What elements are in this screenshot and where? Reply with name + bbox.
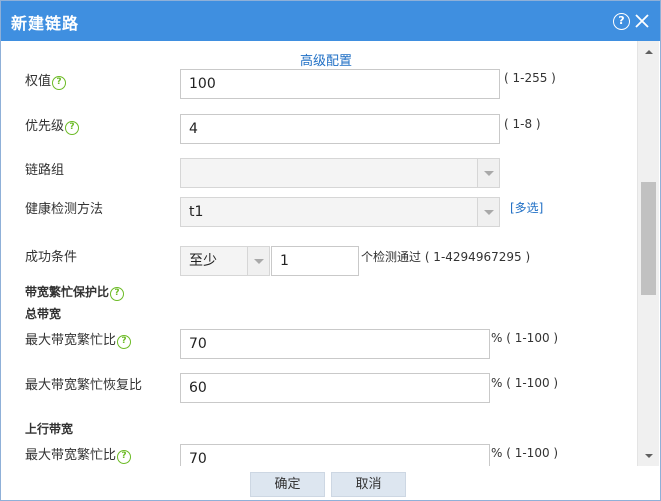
close-icon[interactable] (633, 12, 651, 30)
scrollbar-thumb[interactable] (641, 182, 656, 295)
chevron-down-icon (254, 259, 264, 264)
scroll-down-icon[interactable] (645, 454, 653, 458)
total-max-recover-input[interactable]: 60 (180, 373, 490, 403)
success-mode-select[interactable]: 至少 (180, 246, 270, 276)
question-icon[interactable]: ? (110, 287, 125, 301)
advanced-config-link[interactable]: 高级配置 (300, 50, 352, 69)
link-group-select[interactable] (180, 158, 500, 188)
link-group-dropdown[interactable] (477, 159, 499, 187)
total-max-recover-hint: % ( 1-100 ) (491, 376, 559, 390)
priority-range-hint: ( 1-8 ) (504, 117, 541, 131)
question-icon[interactable]: ? (117, 335, 132, 349)
health-check-select[interactable]: t1 (180, 197, 500, 227)
question-icon[interactable]: ? (117, 450, 132, 464)
priority-label: 优先级? (25, 115, 80, 135)
vertical-scrollbar[interactable] (637, 41, 659, 466)
dialog-content: 高级配置 权值? 100 ( 1-255 ) 优先级? 4 ( 1-8 ) 链路… (1, 41, 637, 466)
success-count-input[interactable]: 1 (271, 246, 359, 276)
total-max-busy-input[interactable]: 70 (180, 329, 490, 359)
health-check-value: t1 (189, 204, 204, 220)
cancel-button[interactable]: 取消 (331, 472, 406, 497)
help-icon[interactable]: ? (613, 13, 630, 30)
chevron-down-icon (484, 171, 494, 176)
link-group-label: 链路组 (25, 163, 65, 178)
success-mode-dropdown[interactable] (247, 247, 269, 275)
upstream-bandwidth-heading: 上行带宽 (25, 422, 74, 436)
question-icon[interactable]: ? (65, 121, 80, 135)
question-icon[interactable]: ? (52, 76, 67, 90)
weight-label: 权值? (25, 70, 67, 90)
priority-input[interactable]: 4 (180, 114, 500, 144)
success-mode-value: 至少 (189, 253, 217, 269)
confirm-button[interactable]: 确定 (250, 472, 325, 497)
health-check-label: 健康检测方法 (25, 202, 104, 217)
success-condition-label: 成功条件 (25, 250, 78, 265)
new-link-dialog: 新建链路 ? 高级配置 权值? 100 ( 1-255 ) 优先级? 4 ( 1… (0, 0, 661, 501)
up-max-busy-label: 最大带宽繁忙比? (25, 444, 132, 464)
weight-input[interactable]: 100 (180, 69, 500, 99)
up-max-busy-hint: % ( 1-100 ) (491, 446, 559, 460)
total-max-busy-label: 最大带宽繁忙比? (25, 329, 132, 349)
weight-range-hint: ( 1-255 ) (504, 71, 556, 85)
up-max-busy-input[interactable]: 70 (180, 444, 490, 466)
multi-select-link[interactable]: [多选] (510, 199, 543, 216)
bandwidth-busy-protect-heading: 带宽繁忙保护比? (25, 283, 125, 301)
dialog-footer: 确定 取消 (1, 466, 660, 500)
chevron-down-icon (484, 210, 494, 215)
dialog-titlebar: 新建链路 ? (1, 1, 660, 41)
total-max-recover-label: 最大带宽繁忙恢复比 (25, 378, 143, 393)
health-check-dropdown[interactable] (477, 198, 499, 226)
dialog-title: 新建链路 (11, 14, 80, 33)
scroll-up-icon[interactable] (645, 50, 653, 54)
total-max-busy-hint: % ( 1-100 ) (491, 331, 559, 345)
total-bandwidth-heading: 总带宽 (25, 307, 62, 321)
success-count-hint: 个检测通过 ( 1-4294967295 ) (361, 250, 531, 264)
